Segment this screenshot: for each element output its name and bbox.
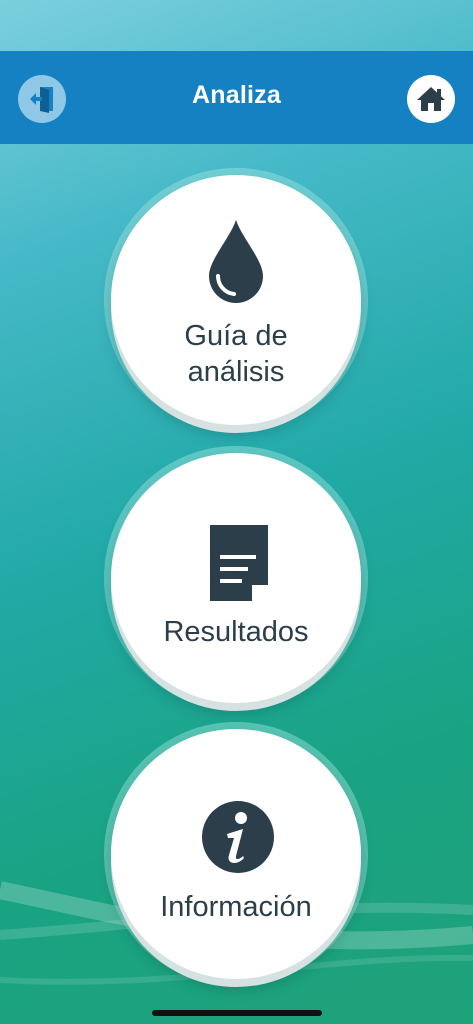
header-bar: Analiza [0,51,473,144]
page-title: Analiza [192,81,281,109]
results-button[interactable]: Resultados [111,453,361,703]
info-button[interactable]: Información [111,729,361,979]
document-icon [210,525,268,601]
water-drop-icon [209,220,263,303]
info-label: Información [160,891,312,923]
home-icon [417,87,445,111]
info-icon [202,801,274,873]
guide-button[interactable]: Guía de análisis [111,175,361,425]
results-label: Resultados [163,616,309,648]
home-indicator-bar[interactable] [152,1010,322,1016]
results-circle-ring: Resultados [104,446,368,710]
info-circle-ring: Información [104,722,368,986]
guide-label: Guía de análisis [184,320,288,388]
guide-circle-ring: Guía de análisis [104,168,368,432]
home-button[interactable] [407,75,455,123]
